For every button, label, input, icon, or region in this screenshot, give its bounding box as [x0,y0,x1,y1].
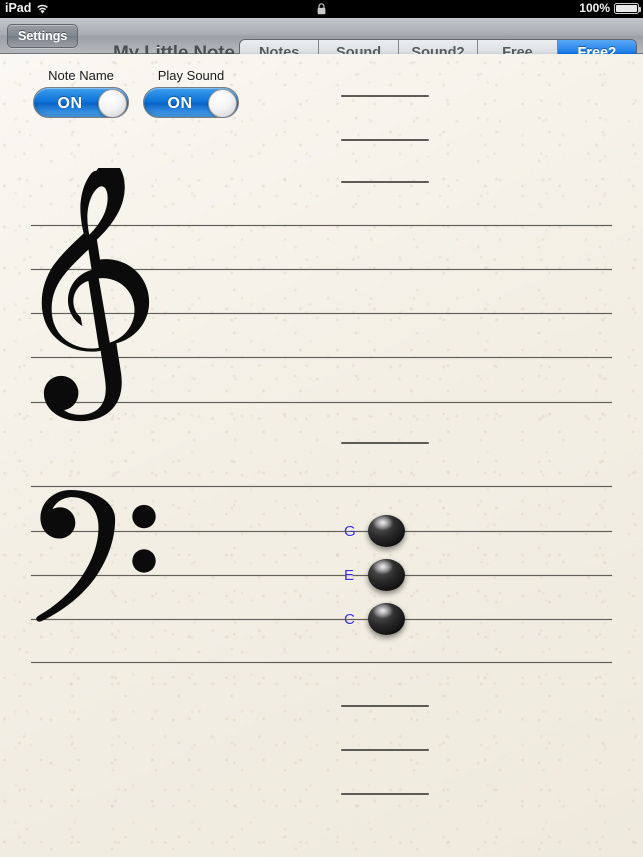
ledger-line-bottom-2 [341,749,429,751]
battery-fill [616,4,637,12]
note-g[interactable] [368,515,405,549]
ledger-line-top-2 [341,139,429,141]
note-label-g: G [344,523,356,540]
status-bar: iPad 100% [0,0,643,18]
score-sheet: Note Name ON Play Sound ON G E C [0,54,643,857]
note-e[interactable] [368,559,405,593]
note-label-e: E [344,567,355,584]
note-head-g[interactable] [368,515,405,547]
rotation-lock-icon [316,3,327,15]
bass-clef-icon [32,482,182,667]
ledger-line-middle-c [341,442,429,444]
status-bar-right: 100% [579,1,641,15]
settings-button[interactable]: Settings [7,24,79,48]
status-bar-center [0,0,643,18]
ledger-line-bottom-1 [341,705,429,707]
ledger-line-top-3 [341,181,429,183]
note-c[interactable] [368,603,405,637]
navigation-toolbar: Settings My Little Note Notes Sound Soun… [0,18,643,66]
battery-full-icon [614,2,641,14]
app-root: iPad 100% Settings Notes Sound Sound2 Fr… [0,0,643,857]
ledger-line-bottom-3 [341,793,429,795]
note-head-e[interactable] [368,559,405,591]
treble-clef-icon [33,168,158,468]
note-label-c: C [344,611,355,628]
note-head-c[interactable] [368,603,405,635]
battery-percent-label: 100% [579,1,610,15]
ledger-line-top-1 [341,95,429,97]
